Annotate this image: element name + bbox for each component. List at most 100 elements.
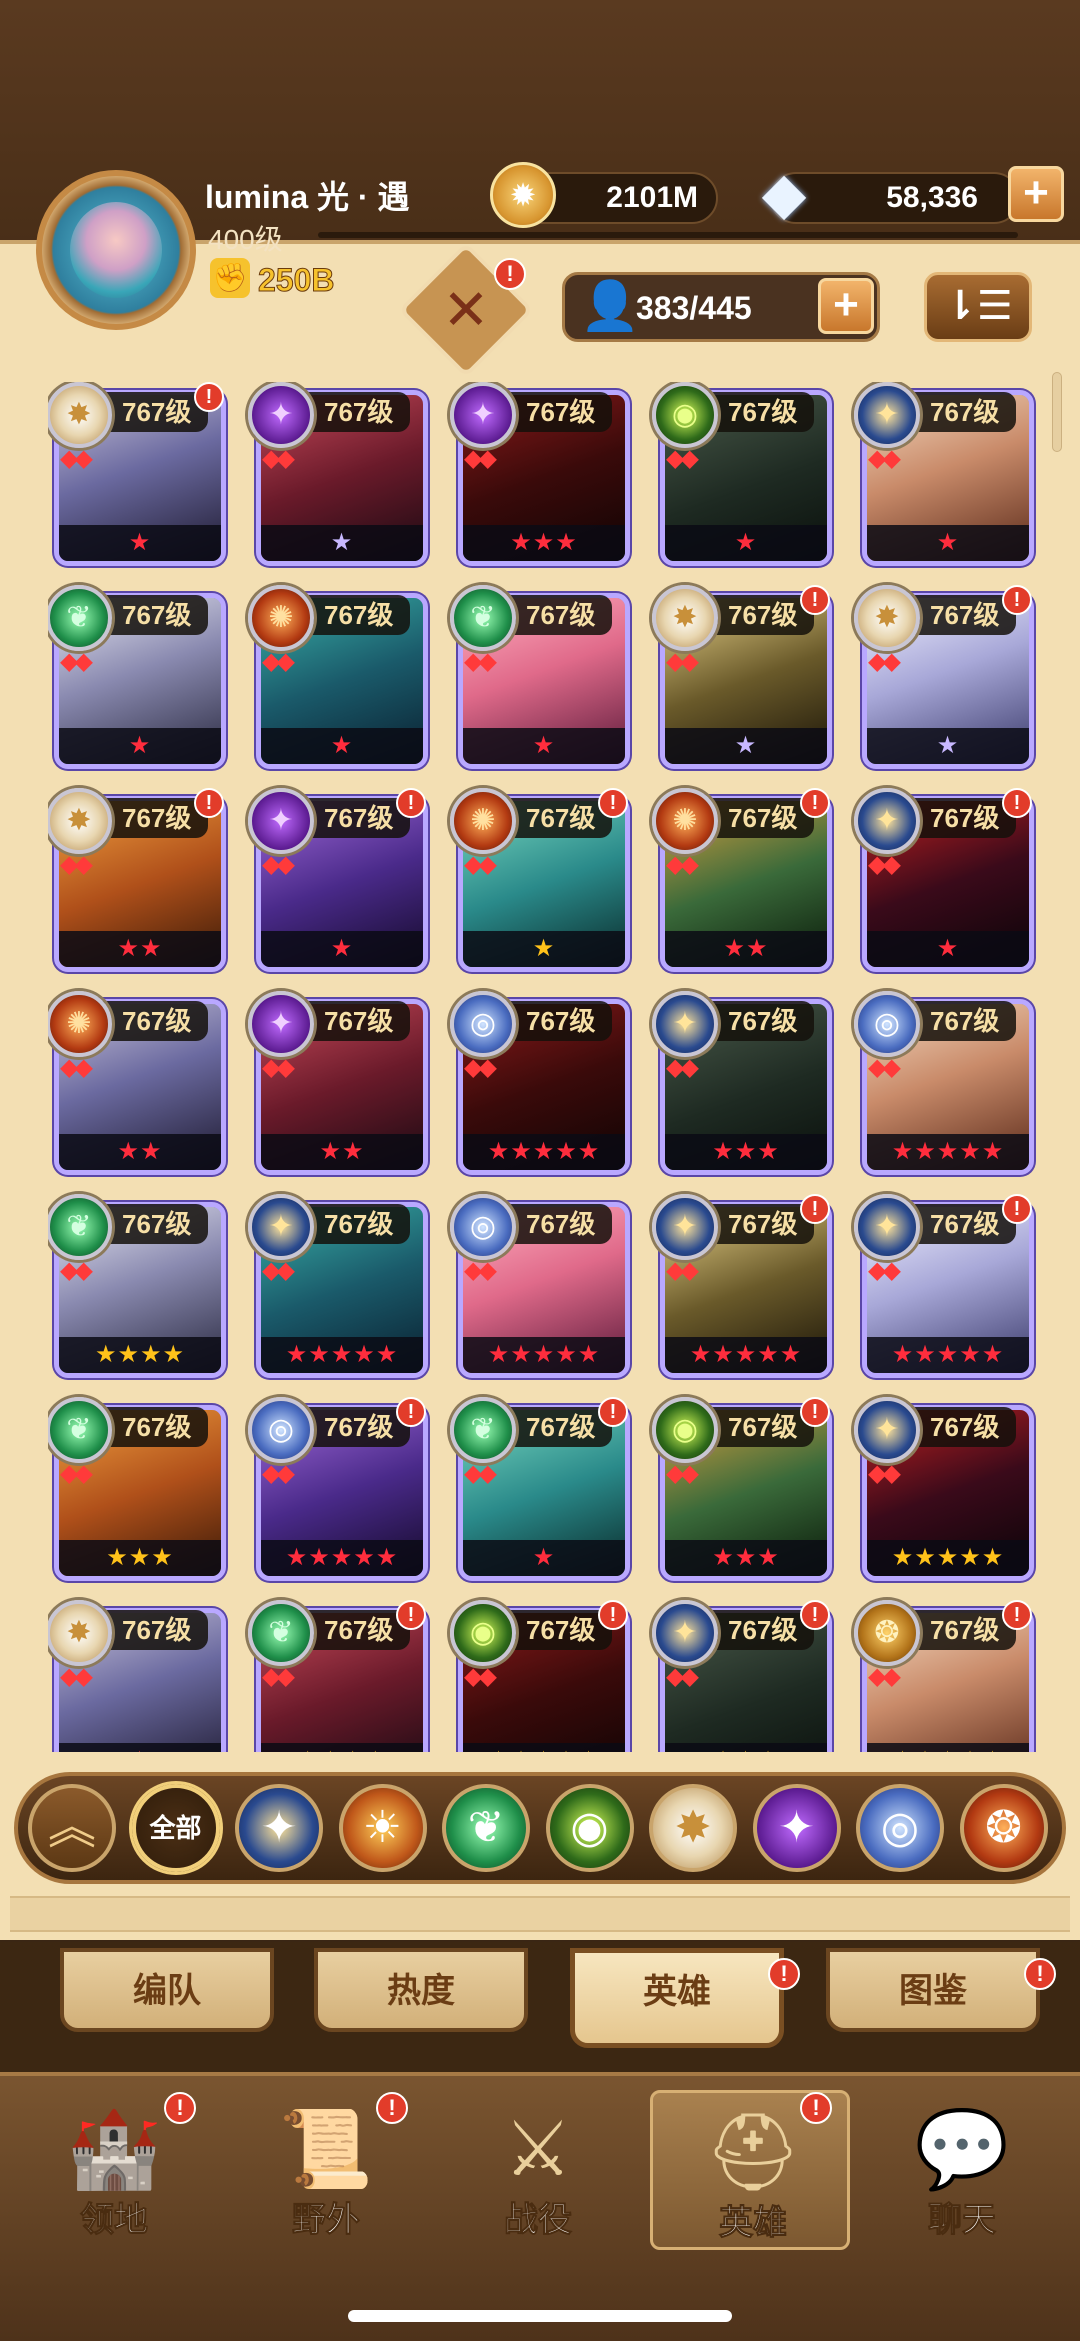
rank-gem-icon: ◆◆ bbox=[60, 445, 93, 472]
rank-gem-icon: ◆◆ bbox=[464, 1460, 497, 1487]
subtab-1[interactable]: 热度 bbox=[314, 1948, 528, 2032]
nav-label: 野外 bbox=[292, 2201, 361, 2240]
hero-stars: ★★★★★ bbox=[261, 1540, 423, 1576]
rank-gem-icon: ◆◆ bbox=[666, 1460, 699, 1487]
rank-gem-icon: ◆◆ bbox=[60, 648, 93, 675]
rank-gem-icon: ◆◆ bbox=[60, 851, 93, 878]
rank-gem-icon: ◆◆ bbox=[262, 851, 295, 878]
faction-gold-icon: ❂ bbox=[854, 1600, 920, 1666]
chat-bubble-icon: 💬 bbox=[914, 2107, 1010, 2192]
faction-mauler-icon: ✺ bbox=[652, 788, 718, 854]
hero-alert-badge: ! bbox=[396, 788, 426, 818]
collapse-filter-button[interactable]: ︽ bbox=[28, 1784, 116, 1872]
faction-blue-icon: ◎ bbox=[248, 1397, 314, 1463]
nav-item-4[interactable]: 💬 聊天 bbox=[862, 2090, 1062, 2250]
nav-label: 战役 bbox=[504, 2201, 573, 2240]
fist-icon: ✊ bbox=[210, 258, 250, 298]
hero-stars: ★ bbox=[665, 728, 827, 764]
nav-label: 领地 bbox=[80, 2201, 149, 2240]
hero-stars: ★★★★★ bbox=[261, 1337, 423, 1373]
hero-stars: ★★★ bbox=[59, 1540, 221, 1576]
rank-gem-icon: ◆◆ bbox=[666, 1054, 699, 1081]
faction-wilder-icon: ❦ bbox=[248, 1600, 314, 1666]
power-value: 250B bbox=[258, 262, 335, 299]
faction-wilder-icon: ❦ bbox=[48, 1194, 112, 1260]
player-level: 400级 bbox=[208, 224, 283, 255]
faction-light-icon: ✸ bbox=[48, 788, 112, 854]
hero-stars: ★★★★ bbox=[261, 1743, 423, 1752]
hero-stars: ★ bbox=[261, 728, 423, 764]
rank-gem-icon: ◆◆ bbox=[464, 1663, 497, 1690]
filter-hypogean-button[interactable]: ✦ bbox=[752, 1784, 841, 1872]
faction-wilder-icon: ❦ bbox=[48, 585, 112, 651]
faction-blue-icon: ◎ bbox=[854, 991, 920, 1057]
filter-mauler-button[interactable]: ☀ bbox=[338, 1784, 427, 1872]
hero-alert-badge: ! bbox=[800, 1600, 830, 1630]
hero-alert-badge: ! bbox=[1002, 1600, 1032, 1630]
faction-celestial-icon: ✦ bbox=[248, 1194, 314, 1260]
hero-stars: ★ bbox=[59, 1743, 221, 1752]
rank-gem-icon: ◆◆ bbox=[868, 1663, 901, 1690]
hero-stars: ★★ bbox=[665, 931, 827, 967]
hero-stars: ★★ bbox=[261, 1134, 423, 1170]
rank-gem-icon: ◆◆ bbox=[666, 851, 699, 878]
faction-celestial-icon: ✦ bbox=[854, 1397, 920, 1463]
subtab-2[interactable]: 英雄 bbox=[570, 1948, 784, 2048]
subtab-3[interactable]: 图鉴 bbox=[826, 1948, 1040, 2032]
rank-gem-icon: ◆◆ bbox=[868, 1257, 901, 1284]
rank-gem-icon: ◆◆ bbox=[868, 851, 901, 878]
filter-celestial-button[interactable]: ✸ bbox=[649, 1784, 737, 1872]
scrollbar[interactable] bbox=[1052, 372, 1062, 452]
rank-gem-icon: ◆◆ bbox=[60, 1460, 93, 1487]
crossed-swords-icon: ⚔ bbox=[503, 2107, 573, 2192]
hero-alert-badge: ! bbox=[396, 1600, 426, 1630]
hero-stars: ★ bbox=[261, 525, 423, 561]
hero-stars: ★ bbox=[867, 728, 1029, 764]
rank-gem-icon: ◆◆ bbox=[868, 1054, 901, 1081]
filter-lightbearer-button[interactable]: ✦ bbox=[235, 1784, 323, 1872]
hero-alert-badge: ! bbox=[800, 1397, 830, 1427]
hero-alert-badge: ! bbox=[598, 1397, 628, 1427]
rank-gem-icon: ◆◆ bbox=[666, 1257, 699, 1284]
faction-mauler-icon: ✺ bbox=[248, 585, 314, 651]
add-gems-button[interactable]: + bbox=[1008, 166, 1064, 222]
hero-stars: ★ bbox=[665, 525, 827, 561]
hero-stars: ★★★★★ bbox=[867, 1743, 1029, 1752]
person-icon: 👤 bbox=[580, 280, 640, 333]
emblem-alert-badge: ! bbox=[494, 258, 526, 290]
hero-stars: ★★ bbox=[59, 931, 221, 967]
rank-gem-icon: ◆◆ bbox=[60, 1257, 93, 1284]
hero-stars: ★ bbox=[59, 525, 221, 561]
faction-celestial-icon: ✦ bbox=[652, 1600, 718, 1666]
filter-dragon-button[interactable]: ❂ bbox=[959, 1784, 1048, 1872]
avatar[interactable] bbox=[36, 170, 196, 330]
sort-button[interactable]: ⇂☰ bbox=[924, 272, 1032, 342]
rank-gem-icon: ◆◆ bbox=[262, 1054, 295, 1081]
filter-all-button[interactable]: 全部 bbox=[131, 1784, 220, 1872]
hero-stars: ★★★★★ bbox=[867, 1134, 1029, 1170]
player-name: lumina 光 · 遇 bbox=[205, 179, 410, 215]
hero-alert-badge: ! bbox=[598, 788, 628, 818]
rank-gem-icon: ◆◆ bbox=[464, 1054, 497, 1081]
faction-celestial-icon: ✦ bbox=[652, 991, 718, 1057]
faction-celestial-icon: ✦ bbox=[854, 788, 920, 854]
faction-mauler-icon: ✺ bbox=[48, 991, 112, 1057]
subtab-0[interactable]: 编队 bbox=[60, 1948, 274, 2032]
nav-alert-badge: ! bbox=[376, 2092, 408, 2124]
nav-item-2[interactable]: ⚔ 战役 bbox=[438, 2090, 638, 2250]
filter-wilder-button[interactable]: ❦ bbox=[442, 1784, 530, 1872]
hero-alert-badge: ! bbox=[598, 1600, 628, 1630]
hero-stars: ★★★ bbox=[463, 525, 625, 561]
faction-light-icon: ✸ bbox=[48, 1600, 112, 1666]
hero-alert-badge: ! bbox=[194, 382, 224, 412]
filter-graveborn-button[interactable]: ◉ bbox=[545, 1784, 634, 1872]
hero-stars: ★ bbox=[867, 525, 1029, 561]
hero-stars: ★ bbox=[463, 931, 625, 967]
filter-dimensional-button[interactable]: ◎ bbox=[856, 1784, 944, 1872]
hero-alert-badge: ! bbox=[1002, 1194, 1032, 1224]
nav-label: 英雄 bbox=[719, 2204, 788, 2243]
expand-hero-slots-button[interactable]: + bbox=[818, 278, 874, 334]
rank-gem-icon: ◆◆ bbox=[262, 1663, 295, 1690]
hero-stars: ★★ bbox=[59, 1134, 221, 1170]
hero-stars: ★★★★ bbox=[59, 1337, 221, 1373]
